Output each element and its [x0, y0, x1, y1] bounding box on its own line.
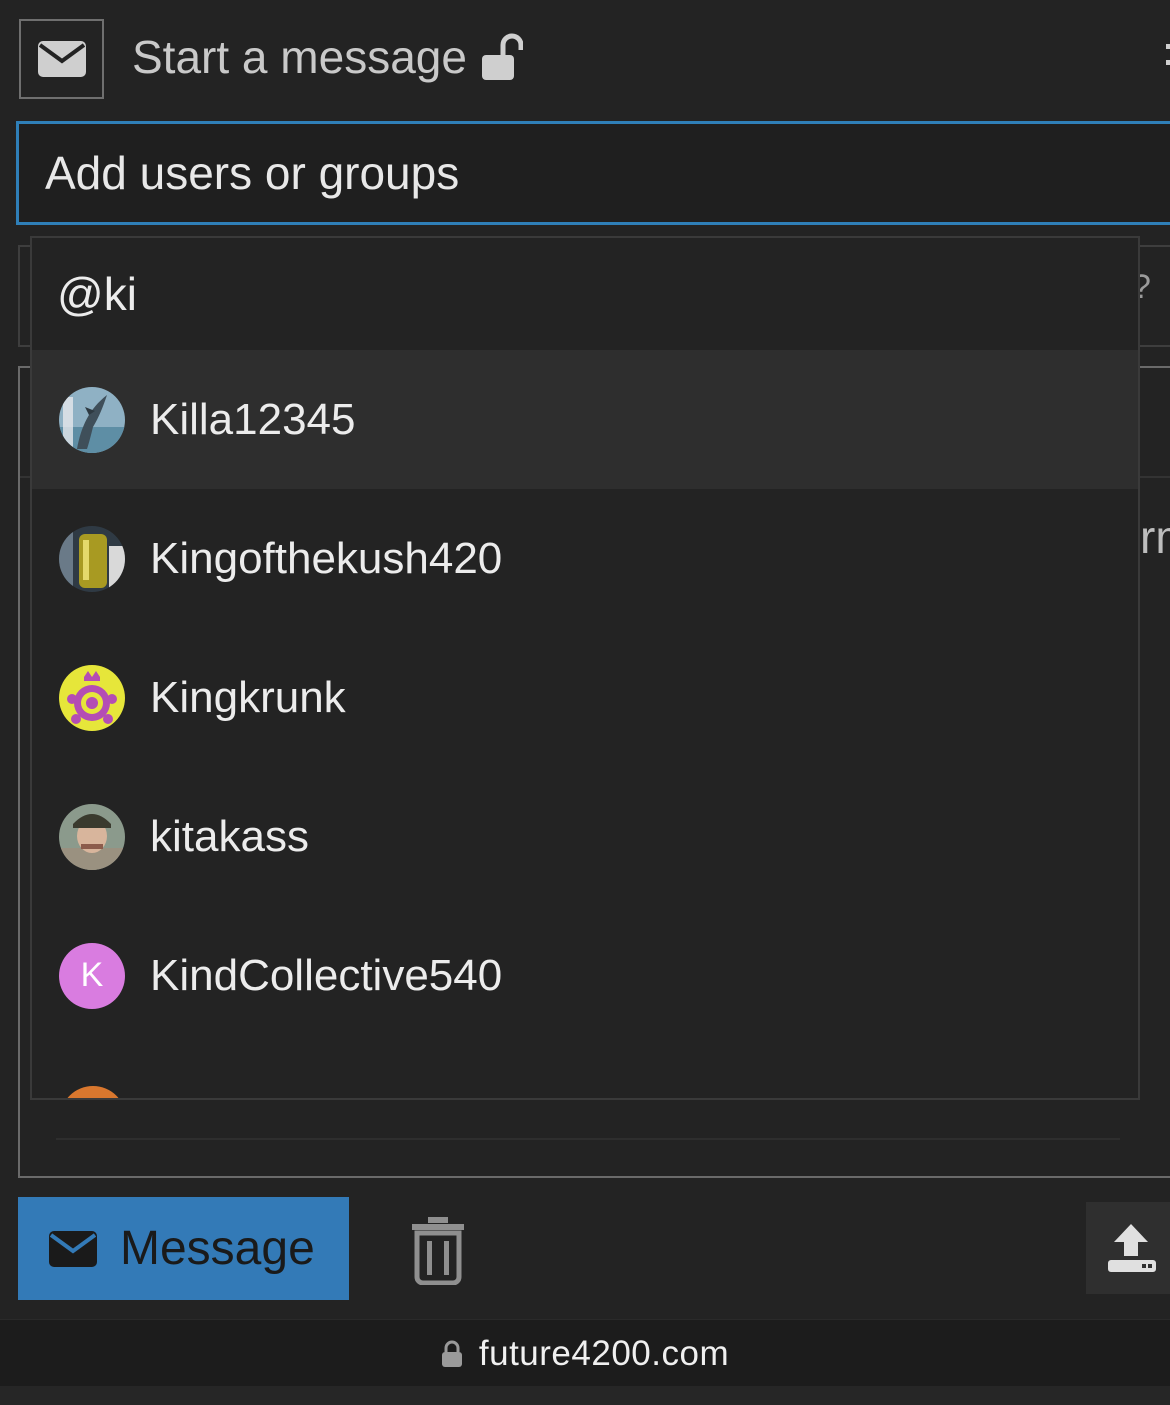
recipients-placeholder: Add users or groups	[45, 147, 460, 199]
user-option-name: KindCollective540	[150, 950, 503, 1000]
send-message-label: Message	[120, 1222, 315, 1275]
url-text: future4200.com	[478, 1334, 730, 1373]
user-option-name: Killa12345	[150, 394, 356, 444]
editor-divider	[56, 1138, 1120, 1140]
trash-icon[interactable]	[408, 1215, 468, 1285]
more-options-icon[interactable]	[1160, 40, 1170, 80]
user-option-name: Kingkrunk	[150, 672, 346, 722]
page-title: Start a message	[132, 30, 523, 84]
user-option-kingofthekush420[interactable]: Kingofthekush420	[32, 489, 1138, 628]
browser-bottom-strip	[0, 1386, 1170, 1405]
upload-icon	[1108, 1224, 1156, 1272]
lock-icon	[441, 1340, 462, 1367]
recipients-input[interactable]: Add users or groups	[16, 121, 1170, 225]
send-message-button[interactable]: Message	[18, 1197, 349, 1300]
avatar-letter: K	[59, 942, 125, 1009]
user-option-killa12345[interactable]: Killa12345	[32, 350, 1138, 489]
upload-button[interactable]	[1086, 1202, 1170, 1294]
browser-url-bar[interactable]: future4200.com	[0, 1319, 1170, 1388]
page-title-text: Start a message	[132, 31, 467, 83]
editor-text-fragment: rm	[1140, 511, 1170, 563]
avatar	[59, 664, 125, 731]
avatar	[60, 1086, 126, 1098]
avatar	[59, 386, 125, 453]
autocomplete-search-input[interactable]: @ki	[32, 238, 1138, 350]
new-message-icon-box	[19, 19, 104, 99]
autocomplete-query: @ki	[57, 268, 137, 320]
avatar	[59, 525, 125, 592]
envelope-icon	[49, 1230, 97, 1267]
unlock-icon	[481, 33, 523, 80]
envelope-icon	[37, 41, 86, 77]
user-option-name: Kingofthekush420	[150, 533, 503, 583]
user-autocomplete-dropdown: @ki Killa12345 Kingofthekush420 Kingkrun…	[30, 236, 1140, 1100]
user-option-kitakass[interactable]: kitakass	[32, 767, 1138, 906]
user-option-kindcollective540[interactable]: K KindCollective540	[32, 906, 1138, 1045]
user-option-name: kitakass	[150, 811, 309, 861]
avatar	[59, 803, 125, 870]
user-option-kingkrunk[interactable]: Kingkrunk	[32, 628, 1138, 767]
